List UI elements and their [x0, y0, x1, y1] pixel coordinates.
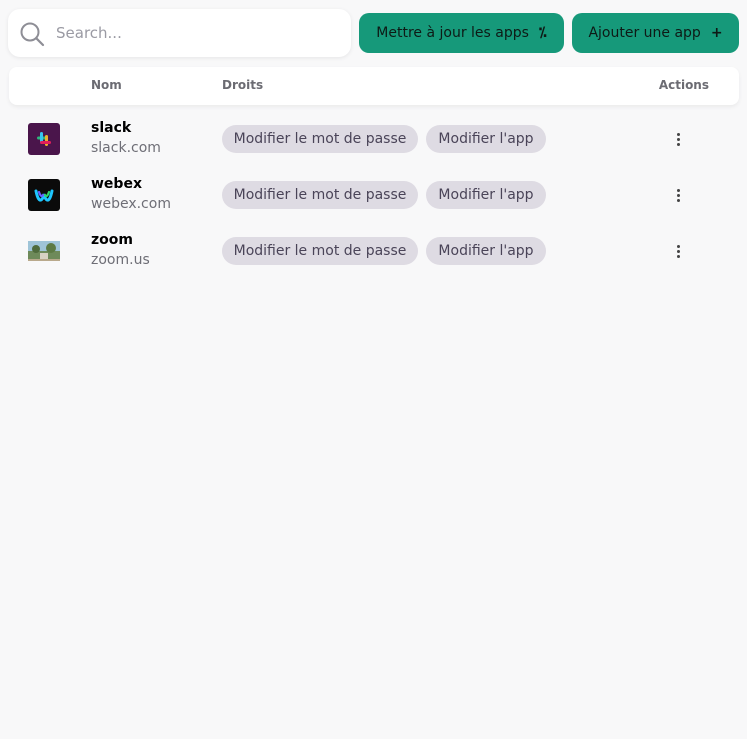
percent-icon: ⁒ [538, 25, 547, 41]
table-row: zoom zoom.us Modifier le mot de passe Mo… [0, 232, 747, 291]
update-apps-button[interactable]: Mettre à jour les apps ⁒ [359, 13, 564, 53]
column-header-rights: Droits [222, 78, 264, 92]
slack-logo-icon [28, 123, 60, 155]
add-app-label: Ajouter une app [588, 25, 701, 41]
webex-logo-icon [28, 179, 60, 211]
app-domain: slack.com [91, 140, 161, 156]
column-header-actions: Actions [658, 78, 709, 92]
app-domain: webex.com [91, 196, 171, 212]
more-actions-icon[interactable] [670, 241, 686, 261]
update-apps-label: Mettre à jour les apps [376, 25, 529, 41]
table-row: slack slack.com Modifier le mot de passe… [0, 120, 747, 179]
table-header: Nom Droits Actions [9, 67, 739, 105]
column-header-name: Nom [91, 78, 122, 92]
table-row: webex webex.com Modifier le mot de passe… [0, 176, 747, 235]
right-chip: Modifier l'app [426, 237, 546, 265]
right-chip: Modifier l'app [426, 181, 546, 209]
right-chip: Modifier le mot de passe [222, 125, 418, 153]
right-chip: Modifier le mot de passe [222, 181, 418, 209]
app-name: slack [91, 120, 132, 136]
more-actions-icon[interactable] [670, 185, 686, 205]
toolbar: Mettre à jour les apps ⁒ Ajouter une app… [8, 9, 739, 57]
app-name: webex [91, 176, 142, 192]
search-icon [20, 22, 45, 47]
more-actions-icon[interactable] [670, 129, 686, 149]
add-app-button[interactable]: Ajouter une app + [572, 13, 739, 53]
right-chip: Modifier l'app [426, 125, 546, 153]
app-domain: zoom.us [91, 252, 150, 268]
search-input[interactable] [56, 19, 336, 47]
search-box[interactable] [8, 9, 351, 57]
right-chip: Modifier le mot de passe [222, 237, 418, 265]
app-name: zoom [91, 232, 133, 248]
zoom-thumbnail-icon [28, 235, 60, 267]
plus-icon: + [710, 25, 723, 41]
